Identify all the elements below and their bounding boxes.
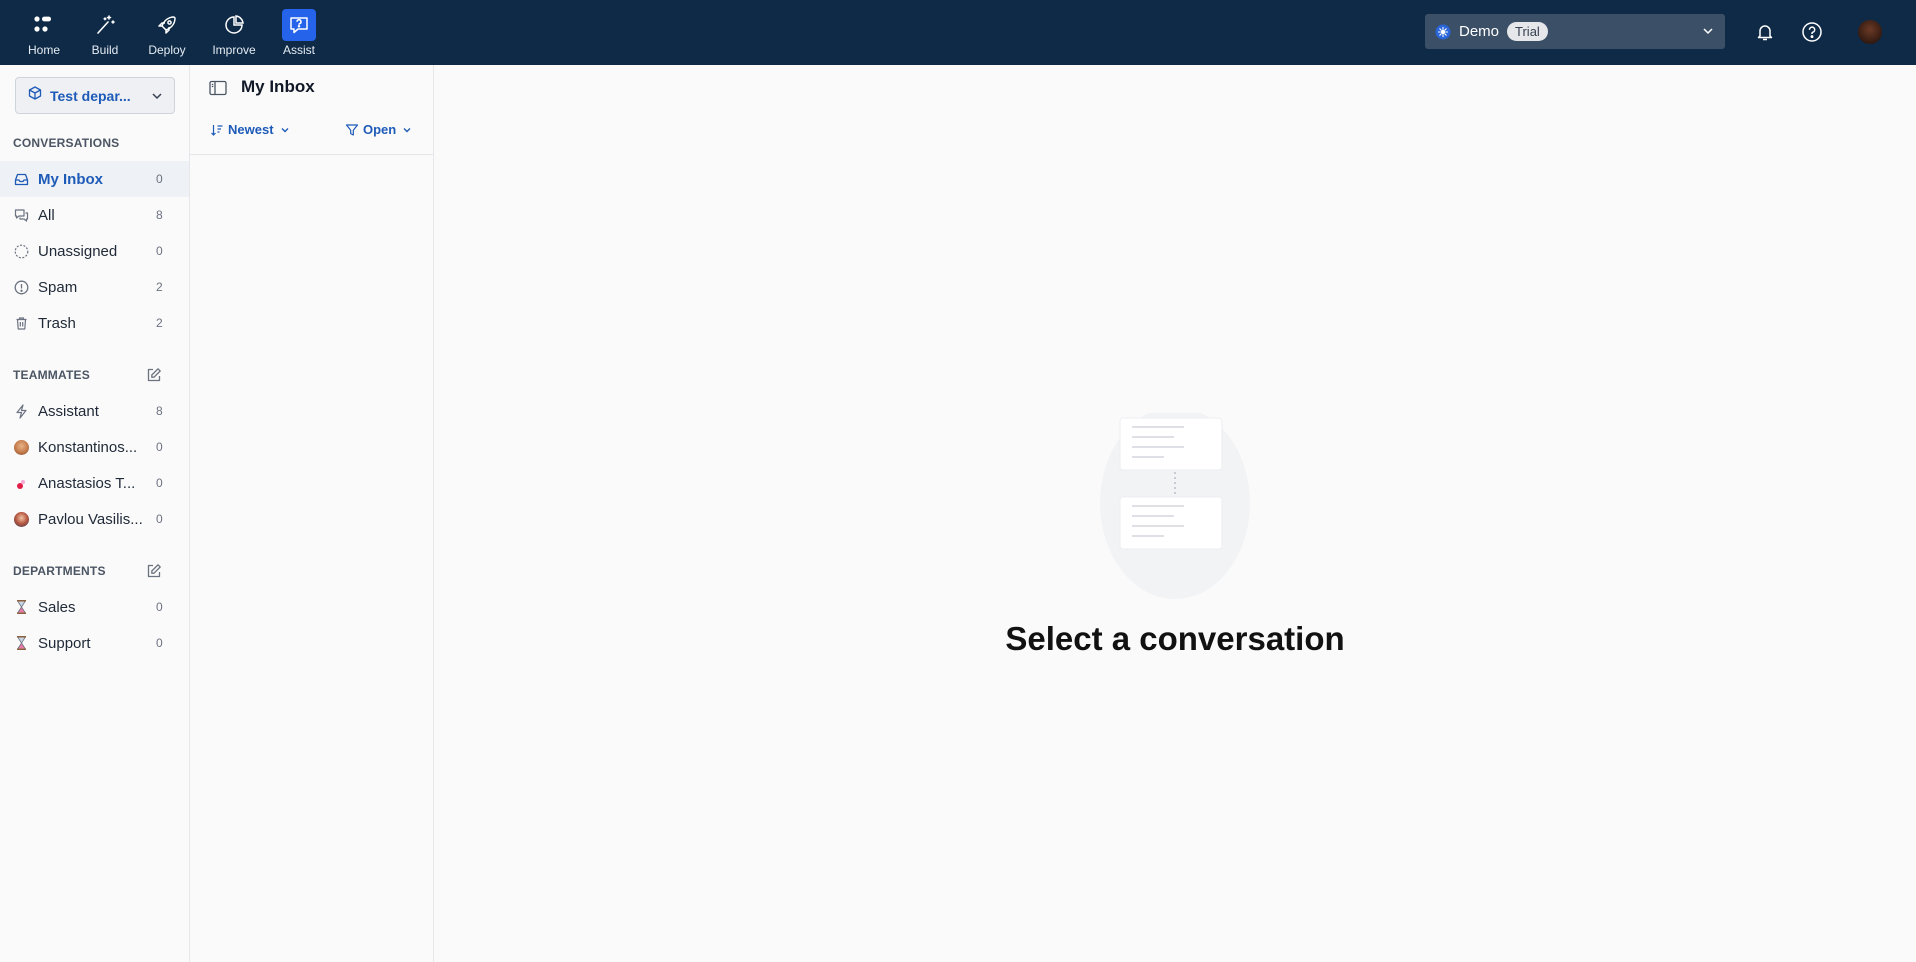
sidebar-item-support[interactable]: Support 0 bbox=[0, 625, 189, 661]
sidebar-toggle-icon[interactable] bbox=[208, 78, 228, 98]
sidebar-item-all[interactable]: All 8 bbox=[0, 197, 189, 233]
sort-label: Newest bbox=[228, 122, 274, 137]
sidebar-item-label: Unassigned bbox=[38, 242, 118, 260]
workspace-name: Demo bbox=[1459, 23, 1500, 40]
conversation-detail-area: Select a conversation bbox=[434, 65, 1916, 962]
department-select-label: Test depar... bbox=[50, 87, 131, 104]
sidebar-item-count: 2 bbox=[156, 280, 163, 294]
status-filter-dropdown[interactable]: Open bbox=[345, 122, 412, 137]
sidebar-item-count: 0 bbox=[156, 476, 163, 490]
workspace-selector[interactable]: Demo Trial bbox=[1425, 14, 1725, 49]
sidebar-item-trash[interactable]: Trash 2 bbox=[0, 305, 189, 341]
trash-icon bbox=[13, 315, 29, 331]
nav-improve-label: Improve bbox=[212, 43, 256, 57]
nav-assist-label: Assist bbox=[282, 43, 315, 57]
sidebar-item-label: Support bbox=[38, 634, 91, 652]
chat-bubbles-icon bbox=[13, 207, 29, 223]
sidebar-item-count: 0 bbox=[156, 512, 163, 526]
notifications-bell-icon[interactable] bbox=[1752, 19, 1778, 45]
conversation-list-title: My Inbox bbox=[241, 77, 315, 96]
nav-assist[interactable]: Assist bbox=[266, 0, 332, 65]
teammates-section-title: TEAMMATES bbox=[13, 368, 90, 382]
sidebar-item-label: Konstantinos... bbox=[38, 438, 138, 456]
conversation-list-header: My Inbox Newest Open bbox=[190, 65, 433, 155]
edit-teammates-icon[interactable] bbox=[145, 366, 163, 384]
sidebar-item-label: Assistant bbox=[38, 402, 99, 420]
sidebar-item-teammate[interactable]: Pavlou Vasilis... 0 bbox=[0, 501, 189, 537]
chat-question-icon bbox=[282, 9, 316, 41]
nav-deploy-label: Deploy bbox=[148, 43, 186, 57]
chevron-down-icon bbox=[280, 125, 290, 135]
sidebar-item-spam[interactable]: Spam 2 bbox=[0, 269, 189, 305]
sidebar-item-count: 0 bbox=[156, 440, 163, 454]
sidebar-item-my-inbox[interactable]: My Inbox 0 bbox=[0, 161, 189, 197]
empty-conversation-illustration bbox=[1100, 407, 1250, 613]
chevron-down-icon bbox=[150, 89, 164, 108]
sort-icon bbox=[210, 123, 224, 137]
sidebar-item-count: 0 bbox=[156, 600, 163, 614]
department-select[interactable]: Test depar... bbox=[15, 77, 175, 114]
top-navigation-bar: Home Build Deploy Improve Assist Demo Tr… bbox=[0, 0, 1916, 65]
sort-dropdown[interactable]: Newest bbox=[210, 122, 290, 137]
hourglass-icon bbox=[13, 635, 29, 651]
sidebar-item-label: All bbox=[38, 206, 55, 224]
workspace-plan-badge: Trial bbox=[1507, 22, 1548, 41]
bolt-icon bbox=[13, 403, 29, 419]
chevron-down-icon bbox=[1701, 24, 1715, 43]
conversations-section-title: CONVERSATIONS bbox=[13, 136, 120, 150]
rocket-icon bbox=[150, 9, 184, 41]
sidebar-item-sales[interactable]: Sales 0 bbox=[0, 589, 189, 625]
magic-wand-icon bbox=[88, 9, 122, 41]
sidebar-item-teammate[interactable]: Konstantinos... 0 bbox=[0, 429, 189, 465]
sidebar-item-label: Anastasios T... bbox=[38, 474, 136, 492]
sidebar-item-teammate[interactable]: Anastasios T... 0 bbox=[0, 465, 189, 501]
sidebar-item-label: Trash bbox=[38, 314, 76, 332]
avatar bbox=[13, 511, 29, 527]
nav-home-label: Home bbox=[27, 43, 60, 57]
alert-circle-icon bbox=[13, 279, 29, 295]
avatar bbox=[13, 475, 29, 491]
workspace-logo-icon bbox=[1435, 24, 1451, 40]
sidebar-item-count: 8 bbox=[156, 208, 163, 222]
sidebar-item-assistant[interactable]: Assistant 8 bbox=[0, 393, 189, 429]
hourglass-icon bbox=[13, 599, 29, 615]
home-icon bbox=[27, 9, 61, 41]
pie-chart-icon bbox=[217, 9, 251, 41]
edit-departments-icon[interactable] bbox=[145, 562, 163, 580]
sidebar-item-count: 0 bbox=[156, 172, 163, 186]
filter-label: Open bbox=[363, 122, 397, 137]
inbox-icon bbox=[13, 171, 29, 187]
filter-icon bbox=[345, 123, 359, 137]
nav-home[interactable]: Home bbox=[11, 0, 77, 65]
sidebar-item-count: 0 bbox=[156, 244, 163, 258]
nav-build[interactable]: Build bbox=[72, 0, 138, 65]
sidebar-item-count: 0 bbox=[156, 636, 163, 650]
sidebar-item-unassigned[interactable]: Unassigned 0 bbox=[0, 233, 189, 269]
sidebar: Test depar... CONVERSATIONS My Inbox 0 A… bbox=[0, 65, 190, 962]
help-icon[interactable] bbox=[1799, 19, 1825, 45]
conversation-list-panel: My Inbox Newest Open bbox=[190, 65, 434, 962]
sidebar-item-label: Spam bbox=[38, 278, 78, 296]
sidebar-item-label: My Inbox bbox=[38, 170, 104, 188]
sidebar-item-count: 8 bbox=[156, 404, 163, 418]
sidebar-item-count: 2 bbox=[156, 316, 163, 330]
user-unassigned-icon bbox=[13, 243, 29, 259]
sidebar-item-label: Pavlou Vasilis... bbox=[38, 510, 143, 528]
nav-deploy[interactable]: Deploy bbox=[134, 0, 200, 65]
sidebar-item-label: Sales bbox=[38, 598, 76, 616]
chevron-down-icon bbox=[402, 125, 412, 135]
avatar bbox=[13, 439, 29, 455]
nav-build-label: Build bbox=[91, 43, 119, 57]
departments-section-title: DEPARTMENTS bbox=[13, 564, 106, 578]
cube-icon bbox=[28, 86, 42, 105]
empty-state-title: Select a conversation bbox=[1005, 620, 1345, 657]
nav-improve[interactable]: Improve bbox=[201, 0, 267, 65]
user-avatar[interactable] bbox=[1858, 20, 1882, 44]
